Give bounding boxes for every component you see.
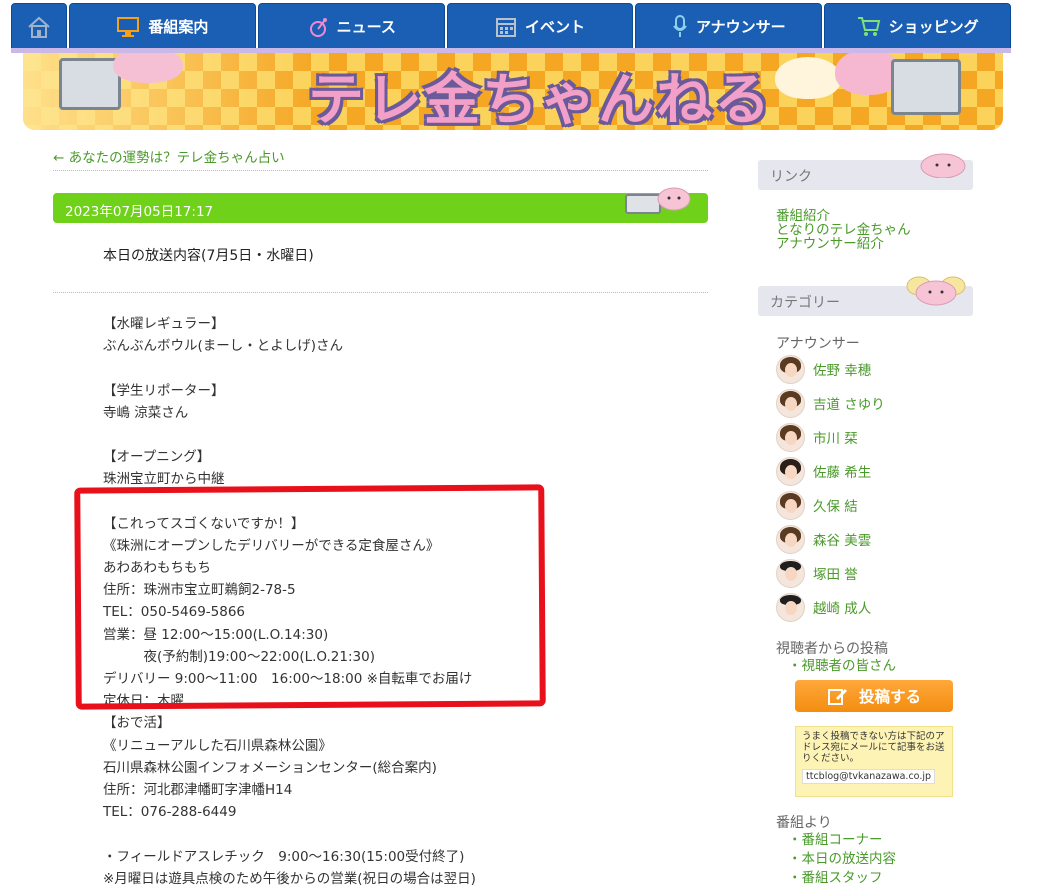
avatar	[776, 388, 805, 418]
program-category-label: 番組より	[776, 815, 832, 831]
mascot-icon	[906, 276, 966, 306]
announcer-item[interactable]: 塚田 誉	[776, 558, 858, 588]
sidebar-link-program[interactable]: 番組紹介	[776, 209, 830, 223]
program-link-staff[interactable]: ・番組スタッフ	[788, 871, 883, 885]
avatar	[776, 592, 805, 622]
laptop-illustration	[891, 59, 961, 115]
cart-icon	[857, 16, 880, 36]
nav-label: ニュース	[336, 18, 396, 36]
post-line: 石川県森林公園インフォメーションセンター(総合案内)	[103, 759, 437, 776]
category-heading: カテゴリー	[758, 276, 973, 316]
nav-item-shopping[interactable]: ショッピング	[824, 3, 1011, 50]
post-line: 【学生リポーター】	[103, 382, 225, 399]
nav-label: ショッピング	[888, 18, 979, 36]
avatar	[776, 524, 805, 554]
nav-label: 番組案内	[148, 18, 209, 36]
viewer-posts-link[interactable]: ・視聴者の皆さん	[788, 659, 896, 673]
sidebar-link-announcer[interactable]: アナウンサー紹介	[776, 237, 884, 251]
mascot-laptop-icon	[625, 187, 691, 214]
satellite-icon	[309, 17, 327, 37]
post-line	[103, 424, 703, 446]
post-line: 【水曜レギュラー】	[103, 316, 225, 332]
home-icon	[28, 16, 50, 38]
post-line: 住所：河北郡津幡町字津幡H14	[103, 781, 293, 798]
post-line: ※月曜日は遊具点検のため午後からの営業(祝日の場合は翌日)	[103, 870, 476, 887]
nav-label: アナウンサー	[695, 18, 786, 36]
avatar	[776, 490, 805, 520]
post-line: ぶんぶんボウル(まーし・とよしげ)さん	[103, 338, 344, 355]
global-nav: 番組案内 ニュース イベント アナウンサー ショッピング	[0, 0, 1038, 53]
banner-title: テレ金ちゃんねる	[308, 68, 772, 130]
calendar-icon	[495, 17, 516, 37]
divider	[53, 170, 708, 171]
nav-item-programs[interactable]: 番組案内	[69, 3, 256, 50]
avatar	[776, 558, 805, 588]
post-title: 本日の放送内容(7月5日・水曜日)	[103, 248, 314, 264]
highlight-annotation-box	[74, 484, 546, 710]
announcer-item[interactable]: 越崎 成人	[776, 592, 871, 622]
nav-tabs: 番組案内 ニュース イベント アナウンサー ショッピング	[11, 3, 1011, 50]
sidebar-link-tonari[interactable]: となりのテレ金ちゃん	[776, 223, 911, 237]
submit-post-button[interactable]: 投稿する	[795, 680, 953, 712]
home-button[interactable]	[11, 3, 67, 50]
announcer-item[interactable]: 市川 栞	[776, 422, 858, 452]
laptop-illustration	[59, 58, 121, 110]
avatar	[776, 354, 805, 384]
mascot-illustration	[113, 53, 183, 83]
avatar	[776, 456, 805, 486]
mascot-icon	[920, 153, 966, 178]
avatar	[776, 422, 805, 452]
monitor-icon	[117, 16, 140, 37]
post-line: TEL：076-288-6449	[103, 804, 237, 821]
announcer-category-label: アナウンサー	[776, 336, 860, 352]
post-date: 2023年07月05日17:17	[65, 204, 214, 220]
announcer-item[interactable]: 佐野 幸穂	[776, 354, 871, 384]
site-banner[interactable]: テレ金ちゃんねる	[23, 53, 1003, 130]
post-line: 寺嶋 涼菜さん	[103, 404, 189, 421]
post-date-bar: 2023年07月05日17:17	[53, 187, 708, 223]
post-line: 【おで活】	[103, 715, 171, 732]
post-line: 【オープニング】	[103, 449, 211, 466]
edit-icon	[827, 689, 847, 705]
email-note: うまく投稿できない方は下記のアドレス宛にメールにて記事をお送りください。 ttc…	[795, 726, 953, 797]
post-line: ・フィールドアスレチック 9:00～16:30(15:00受付終了)	[103, 848, 465, 865]
announcer-item[interactable]: 吉道 さゆり	[776, 388, 885, 418]
microphone-icon	[673, 14, 687, 37]
post-line	[103, 357, 703, 379]
announcer-item[interactable]: 久保 結	[776, 490, 858, 520]
announcer-item[interactable]: 森谷 美雲	[776, 524, 871, 554]
email-note-text: うまく投稿できない方は下記のアドレス宛にメールにて記事をお送りください。	[802, 731, 945, 764]
contact-email[interactable]: ttcblog@tvkanazawa.co.jp	[802, 769, 936, 784]
nav-item-news[interactable]: ニュース	[257, 3, 445, 50]
nav-item-events[interactable]: イベント	[446, 3, 634, 50]
post-line: 《リニューアルした石川県森林公園》	[103, 737, 332, 754]
viewer-posts-label: 視聴者からの投稿	[776, 641, 888, 657]
program-link-today[interactable]: ・本日の放送内容	[788, 852, 896, 866]
nav-item-announcers[interactable]: アナウンサー	[635, 3, 823, 50]
mascot-illustration	[775, 57, 841, 99]
announcer-item[interactable]: 佐藤 希生	[776, 456, 871, 486]
post-line	[103, 823, 703, 845]
links-heading: リンク	[758, 153, 973, 190]
prev-article-link[interactable]: ← あなたの運勢は？テレ金ちゃん占い	[53, 146, 285, 166]
divider	[53, 292, 708, 293]
program-link-corner[interactable]: ・番組コーナー	[788, 833, 883, 847]
nav-label: イベント	[524, 18, 585, 36]
